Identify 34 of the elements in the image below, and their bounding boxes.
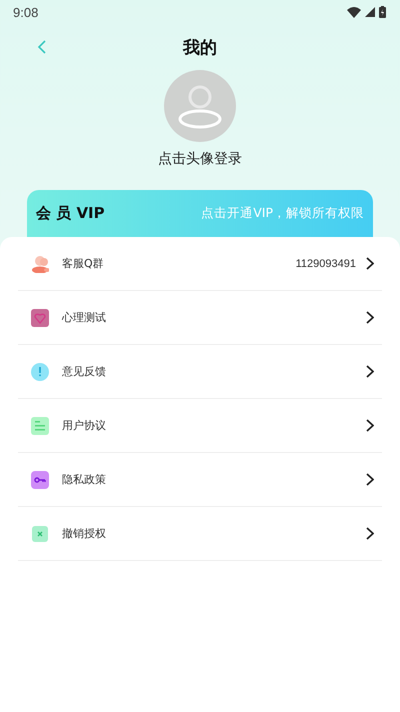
menu-item[interactable]: 用户协议 — [18, 399, 382, 453]
chevron-icon — [366, 365, 374, 378]
status-time: 9:08 — [13, 4, 38, 20]
alert-icon — [31, 362, 49, 380]
chevron-icon — [366, 257, 374, 270]
signal-icon — [365, 7, 375, 17]
menu-label: 心理测试 — [62, 310, 107, 325]
avatar-icon[interactable] — [164, 70, 236, 142]
menu-label: 隐私政策 — [62, 472, 107, 487]
menu-item[interactable]: 心理测试 — [18, 291, 382, 345]
chevron-icon — [366, 473, 374, 486]
page-title: 我的 — [183, 36, 217, 58]
back-icon[interactable] — [37, 40, 46, 54]
wifi-icon — [347, 6, 361, 18]
menu-value: 1129093491 — [296, 258, 356, 270]
menu-label: 用户协议 — [62, 418, 107, 433]
login-prompt[interactable]: 点击头像登录 — [158, 150, 242, 168]
key-icon — [31, 470, 49, 488]
vip-subtitle: 点击开通VIP，解锁所有权限 — [201, 205, 364, 222]
chevron-icon — [366, 527, 374, 540]
menu-label: 撤销授权 — [62, 526, 107, 541]
menu-label: 客服Q群 — [62, 256, 105, 271]
menu-item[interactable]: 客服Q群 1129093491 — [18, 237, 382, 291]
chevron-icon — [366, 419, 374, 432]
menu-item[interactable]: 撤销授权 — [18, 507, 382, 561]
menu-item[interactable]: 意见反馈 — [18, 345, 382, 399]
menu-item[interactable]: 隐私政策 — [18, 453, 382, 507]
chevron-icon — [366, 311, 374, 324]
document-icon — [31, 416, 49, 434]
battery-icon — [379, 6, 386, 18]
person-group-icon — [31, 254, 49, 272]
cross-icon — [31, 524, 49, 542]
menu-label: 意见反馈 — [62, 364, 107, 379]
vip-title: 会 员 VIP — [36, 204, 105, 223]
